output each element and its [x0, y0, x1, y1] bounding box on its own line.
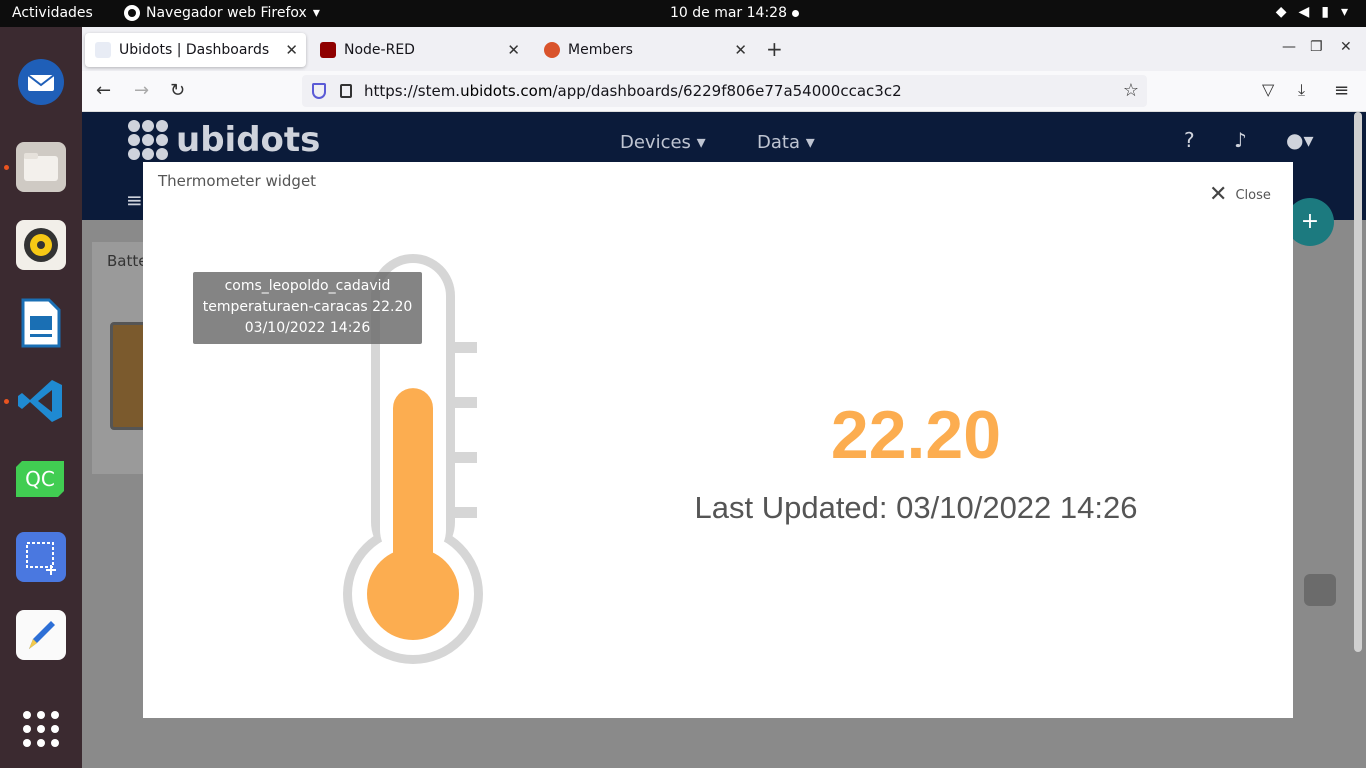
page-scrollbar[interactable]	[1354, 112, 1362, 652]
tooltip-variable-value: temperaturaen-caracas 22.20	[202, 299, 413, 315]
system-tray[interactable]: ◆ ◀ ▮ ▾	[1276, 4, 1348, 20]
node-red-favicon-icon	[320, 42, 336, 58]
downloads-icon[interactable]: ⤓	[1298, 80, 1305, 100]
url-text[interactable]: https://stem.ubidots.com/app/dashboards/…	[364, 82, 902, 100]
tab-label: Node-RED	[344, 42, 415, 58]
pocket-icon[interactable]: ▽	[1262, 80, 1274, 99]
back-icon[interactable]: ←	[96, 80, 111, 101]
clock[interactable]: 10 de mar 14:28	[670, 5, 787, 21]
tab-label: Ubidots | Dashboards	[119, 42, 270, 58]
tracking-protection-shield-icon[interactable]	[312, 83, 326, 99]
close-window-icon[interactable]: ✕	[1340, 39, 1352, 55]
modal-title: Thermometer widget	[158, 172, 317, 190]
tooltip-timestamp: 03/10/2022 14:26	[244, 320, 371, 336]
last-updated-text: Last Updated: 03/10/2022 14:26	[694, 490, 1138, 525]
thermometer-widget-modal: Thermometer widget ✕ Close coms_leopoldo…	[143, 162, 1293, 718]
close-icon: ✕	[1209, 182, 1228, 207]
firefox-window: Ubidots | Dashboards ✕ Node-RED ✕ Member…	[82, 27, 1366, 768]
tooltip-device: coms_leopoldo_cadavid	[224, 278, 391, 294]
show-apps-grid-icon[interactable]	[16, 704, 66, 754]
value-tooltip: coms_leopoldo_cadavid temperaturaen-cara…	[193, 272, 422, 344]
dock-vscode-icon[interactable]	[16, 376, 66, 426]
tab-node-red[interactable]: Node-RED ✕	[310, 33, 528, 67]
system-top-bar: Actividades Navegador web Firefox ▾ 10 d…	[0, 0, 1366, 27]
web-page: ubidots Devices ▾ Data ▾ ? ♪ ●▾ ≡ Batte …	[82, 112, 1366, 768]
add-widget-button[interactable]: +	[1286, 198, 1334, 246]
thermometer-ticks	[455, 342, 477, 518]
app-menu[interactable]: Navegador web Firefox ▾	[124, 5, 320, 21]
volume-icon: ◀	[1298, 4, 1310, 20]
wifi-icon: ◆	[1275, 4, 1287, 20]
background-card-title: Batte	[107, 252, 148, 270]
app-menu-label: Navegador web Firefox	[146, 5, 307, 21]
forward-icon[interactable]: →	[134, 80, 149, 101]
thermometer-bulb-fill	[367, 548, 459, 640]
members-favicon-icon	[544, 42, 560, 58]
reload-icon[interactable]: ↻	[170, 80, 185, 101]
svg-text:QC: QC	[25, 467, 55, 491]
tab-members[interactable]: Members ✕	[534, 33, 755, 67]
nav-devices[interactable]: Devices ▾	[620, 132, 706, 153]
dock-rhythmbox-icon[interactable]	[16, 220, 66, 270]
dock-thunderbird-icon[interactable]	[16, 57, 66, 107]
notifications-bell-icon[interactable]: ♪	[1234, 128, 1247, 152]
power-menu-icon: ▾	[1340, 4, 1348, 20]
battery-icon: ▮	[1321, 4, 1329, 20]
maximize-icon[interactable]: ❐	[1310, 39, 1323, 55]
close-label: Close	[1235, 187, 1271, 203]
new-tab-icon[interactable]: +	[766, 37, 783, 61]
url-bar[interactable]: https://stem.ubidots.com/app/dashboards/…	[302, 75, 1147, 107]
lock-icon[interactable]	[340, 84, 352, 98]
ubidots-favicon-icon	[95, 42, 111, 58]
minimize-icon[interactable]: —	[1282, 39, 1296, 55]
close-tab-icon[interactable]: ✕	[734, 41, 747, 59]
tab-label: Members	[568, 42, 633, 58]
logo-text: ubidots	[176, 120, 321, 160]
chevron-down-icon: ▾	[312, 5, 320, 21]
bookmark-star-icon[interactable]: ☆	[1123, 80, 1139, 101]
dock: QC	[0, 27, 82, 768]
ubidots-logo[interactable]: ubidots	[128, 120, 320, 160]
dock-text-editor-icon[interactable]	[16, 610, 66, 660]
navigation-toolbar: ← → ↻ https://stem.ubidots.com/app/dashb…	[82, 71, 1366, 112]
user-avatar[interactable]: ●▾	[1286, 128, 1314, 152]
ubidots-logo-icon	[128, 120, 168, 160]
dock-libreoffice-draw-icon[interactable]	[16, 298, 66, 348]
dock-qtcreator-icon[interactable]: QC	[16, 454, 66, 504]
firefox-icon	[124, 5, 140, 21]
dock-screenshot-icon[interactable]	[16, 532, 66, 582]
close-tab-icon[interactable]: ✕	[285, 41, 298, 59]
running-indicator	[4, 165, 9, 170]
menu-hamburger-icon[interactable]: ≡	[1334, 80, 1349, 101]
help-icon[interactable]: ?	[1184, 128, 1195, 152]
tab-ubidots-dashboards[interactable]: Ubidots | Dashboards ✕	[85, 33, 306, 67]
activities-button[interactable]: Actividades	[12, 5, 93, 21]
tab-bar: Ubidots | Dashboards ✕ Node-RED ✕ Member…	[82, 27, 1366, 71]
current-value: 22.20	[830, 397, 1002, 473]
dock-files-icon[interactable]	[16, 142, 66, 192]
notification-dot-icon	[792, 10, 799, 17]
camera-icon[interactable]	[1304, 574, 1336, 606]
close-button[interactable]: ✕ Close	[1209, 182, 1271, 207]
nav-data[interactable]: Data ▾	[757, 132, 815, 153]
close-tab-icon[interactable]: ✕	[507, 41, 520, 59]
sidebar-menu-icon[interactable]: ≡	[126, 188, 143, 212]
running-indicator	[4, 399, 9, 404]
